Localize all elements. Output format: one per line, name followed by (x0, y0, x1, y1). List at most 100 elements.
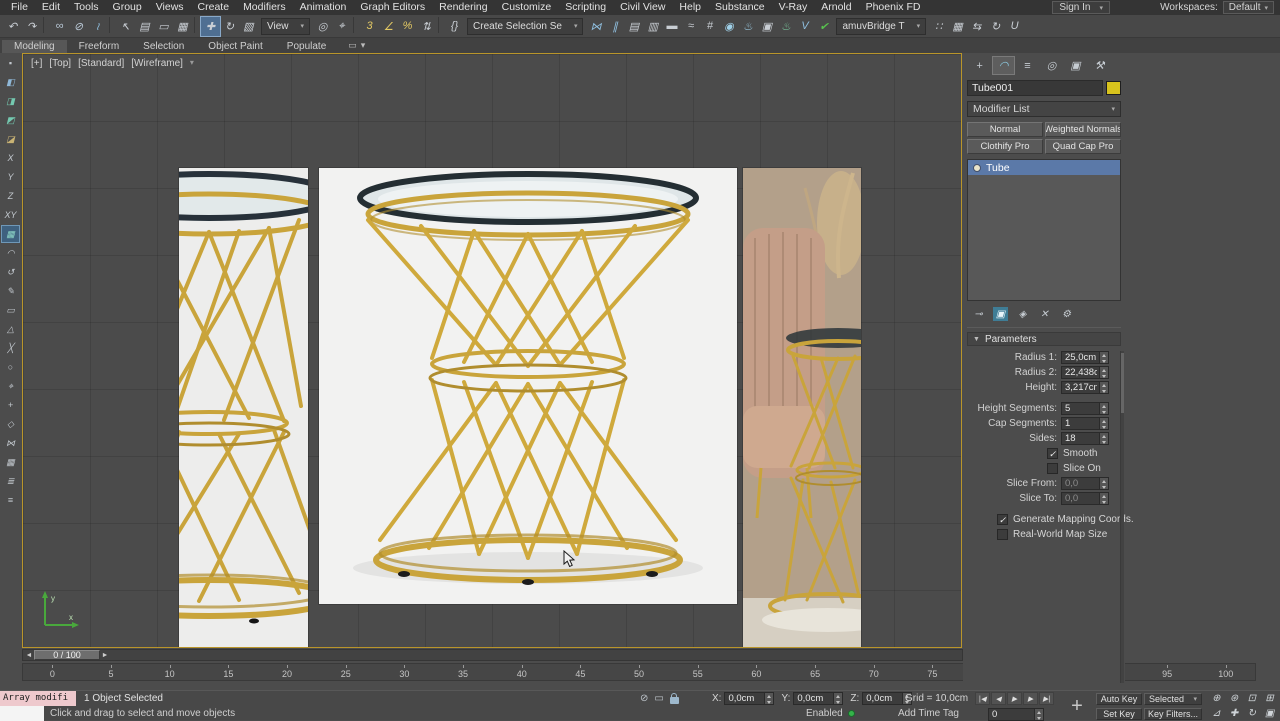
separator[interactable] (353, 17, 358, 33)
diamond-tool-icon[interactable]: ◇ (2, 416, 19, 432)
menu-item[interactable]: Phoenix FD (859, 0, 928, 15)
slice-on-checkbox[interactable] (1047, 463, 1058, 474)
reference-image-center[interactable] (319, 168, 737, 604)
modifier-list-dropdown[interactable]: Modifier List ▾ (967, 101, 1121, 117)
sign-in-button[interactable]: Sign In▾ (1052, 1, 1110, 14)
check-circle-icon[interactable]: ✔ (814, 17, 833, 36)
use-pivot-center-icon[interactable]: ◎ (313, 17, 332, 36)
select-and-manipulate-icon[interactable]: ⌖ (332, 17, 351, 36)
tool-a-icon[interactable]: ◧ (2, 74, 19, 90)
layer-explorer-icon[interactable]: ▥ (643, 17, 662, 36)
pan-icon[interactable]: ✚ (1226, 707, 1243, 721)
pin-stack-icon[interactable]: ⊸ (971, 307, 986, 321)
axis-y-button[interactable]: Y (2, 169, 19, 185)
menu-item[interactable]: Modifiers (236, 0, 293, 15)
selection-lock-icon[interactable] (670, 697, 679, 704)
spinner-arrows-icon[interactable] (1099, 382, 1108, 393)
menu-item[interactable]: Animation (293, 0, 354, 15)
menu-item[interactable]: V-Ray (772, 0, 815, 15)
menu-item[interactable]: Civil View (613, 0, 672, 15)
menu-item[interactable]: Substance (708, 0, 772, 15)
separator[interactable] (109, 17, 114, 33)
modifier-button[interactable]: Normal (967, 122, 1043, 137)
stack-item-tube[interactable]: Tube (968, 160, 1120, 175)
create-key-plus-icon[interactable]: + (1064, 693, 1090, 719)
menu-item[interactable]: Tools (67, 0, 106, 15)
ribbon-toggle-icon[interactable]: ▬ (662, 17, 681, 36)
spinner-arrows-icon[interactable] (1099, 418, 1108, 429)
spinner-field[interactable]: 3,217cm (1061, 381, 1109, 394)
time-slider-handle[interactable]: 0 / 100 (34, 650, 100, 660)
make-unique-icon[interactable]: ◈ (1015, 307, 1030, 321)
spinner-field[interactable]: 1 (1061, 417, 1109, 430)
auto-key-button[interactable]: Auto Key (1096, 693, 1142, 705)
percent-snap-icon[interactable]: % (398, 17, 417, 36)
key-filters-button[interactable]: Key Filters... (1144, 708, 1202, 720)
separator[interactable] (43, 17, 48, 33)
frame-spinner[interactable]: 0 (988, 708, 1044, 721)
plus-tool-icon[interactable]: + (2, 397, 19, 413)
next-frame-button[interactable]: ▶ (1023, 692, 1038, 705)
dock-grid-icon[interactable]: ▦ (948, 17, 967, 36)
offset-mode-icon[interactable]: ▭ (654, 693, 663, 704)
time-slider[interactable]: ◄ 0 / 100 ► (22, 649, 963, 661)
angle-snap-icon[interactable]: ∠ (379, 17, 398, 36)
material-editor-icon[interactable]: ◉ (719, 17, 738, 36)
menu-item[interactable]: Edit (35, 0, 67, 15)
spinner-snap-icon[interactable]: ⇅ (417, 17, 436, 36)
maximize-viewport-icon[interactable]: ▣ (1261, 707, 1278, 721)
zoom-all-icon[interactable]: ⊛ (1226, 692, 1243, 706)
select-and-link-icon[interactable]: ∞ (50, 17, 69, 36)
spinner-arrows-icon[interactable] (1099, 478, 1108, 489)
modifier-button[interactable]: Weighted Normals (1045, 122, 1121, 137)
ribbon-tab[interactable]: Selection (131, 40, 196, 53)
utilities-tab[interactable]: ⚒ (1089, 57, 1110, 74)
zoom-extents-icon[interactable]: ⊡ (1244, 692, 1261, 706)
snaps-toggle-icon[interactable]: 3 (360, 17, 379, 36)
render-setup-icon[interactable]: ♨ (738, 17, 757, 36)
select-and-scale-icon[interactable]: ▧ (239, 17, 258, 36)
tool-c-icon[interactable]: ◩ (2, 112, 19, 128)
menu-item[interactable]: Help (672, 0, 708, 15)
spinner-arrows-icon[interactable] (1099, 352, 1108, 363)
display-tab[interactable]: ▣ (1065, 57, 1086, 74)
rectangular-selection-region-icon[interactable]: ▭ (154, 17, 173, 36)
hierarchy-tab[interactable]: ≡ (1017, 57, 1038, 74)
next-frame-arrow[interactable]: ► (100, 650, 110, 660)
select-by-name-icon[interactable]: ▤ (135, 17, 154, 36)
bowtie-tool-icon[interactable]: ⋈ (2, 435, 19, 451)
orbit-icon[interactable]: ↻ (1244, 707, 1261, 721)
show-end-result-icon[interactable]: ▣ (993, 307, 1008, 321)
viewport-menu-standard[interactable]: [Standard] (78, 58, 124, 69)
vray-icon[interactable]: V (795, 17, 814, 36)
ribbon-tab[interactable]: Modeling (2, 40, 67, 53)
separator[interactable] (194, 17, 199, 33)
menu-item[interactable]: Arnold (814, 0, 858, 15)
reference-image-left[interactable] (179, 168, 308, 648)
remove-modifier-icon[interactable]: ✕ (1037, 307, 1052, 321)
axis-xy-button[interactable]: XY (2, 207, 19, 223)
viewport-top[interactable]: [+] [Top] [Standard] [Wireframe] ▾ (22, 53, 962, 648)
create-tab[interactable]: + (969, 57, 990, 74)
arc-tool-icon[interactable]: ◠ (2, 245, 19, 261)
configure-modifier-sets-icon[interactable]: ⚙ (1059, 307, 1074, 321)
play-button[interactable]: ▶ (1007, 692, 1022, 705)
modifier-button[interactable]: Quad Cap Pro (1045, 139, 1121, 154)
spinner-arrows-icon[interactable] (1034, 709, 1043, 720)
axis-x-button[interactable]: X (2, 150, 19, 166)
menu-item[interactable]: Views (149, 0, 191, 15)
toolbar-handle-icon[interactable]: ▪ (2, 55, 19, 71)
grid-tool-icon[interactable]: ▦ (2, 454, 19, 470)
object-name-field[interactable]: Tube001 (967, 80, 1103, 96)
parameters-rollout-header[interactable]: ▼ Parameters (967, 332, 1121, 346)
swap-arrows-icon[interactable]: ⇆ (967, 17, 986, 36)
field-of-view-icon[interactable]: ⊿ (1208, 707, 1225, 721)
spinner-field[interactable]: 25,0cm (1061, 351, 1109, 364)
refresh-icon[interactable]: ↻ (986, 17, 1005, 36)
spinner-arrows-icon[interactable] (833, 693, 842, 704)
cross-tool-icon[interactable]: ╳ (2, 340, 19, 356)
spinner-field[interactable]: 18 (1061, 432, 1109, 445)
pen-tool-icon[interactable]: ✎ (2, 283, 19, 299)
spinner-field[interactable]: 22,438cm (1061, 366, 1109, 379)
green-dot-icon[interactable] (848, 710, 855, 717)
